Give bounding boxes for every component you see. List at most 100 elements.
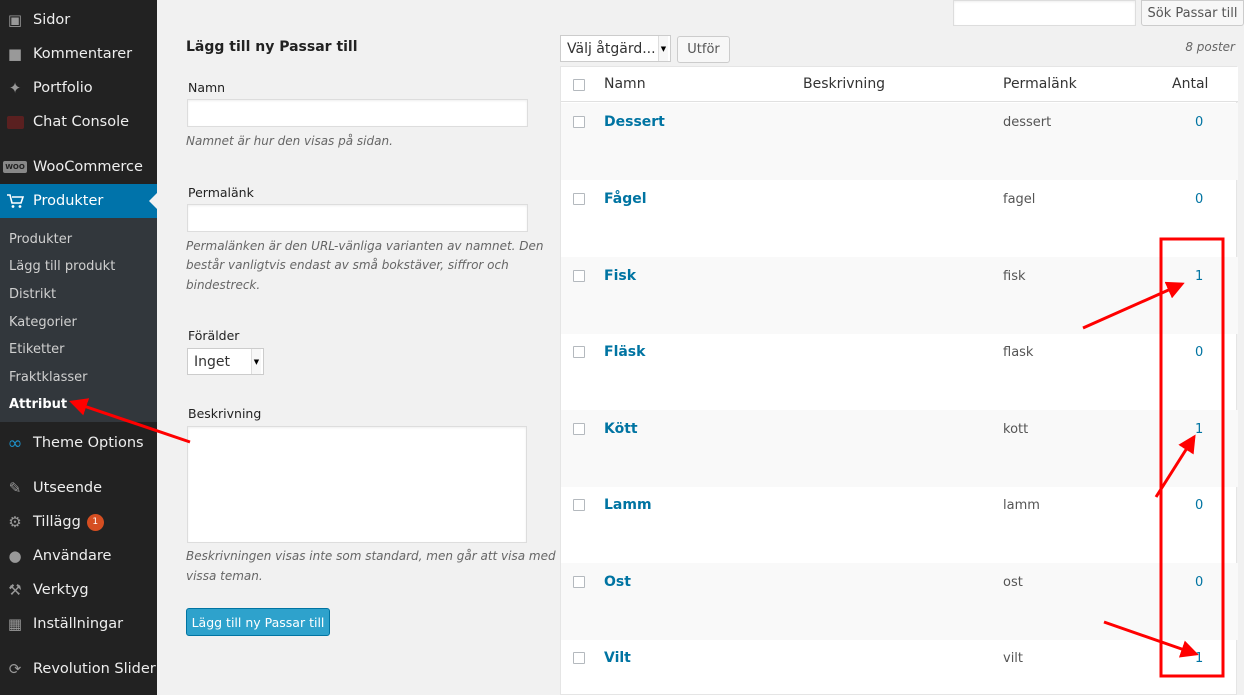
table-row: Lamm lamm 0 bbox=[561, 486, 1238, 563]
menu-item-utseende[interactable]: ✎ Utseende bbox=[0, 471, 157, 505]
column-header-name[interactable]: Namn bbox=[604, 76, 646, 92]
menu-item-sidor[interactable]: ▣ Sidor bbox=[0, 3, 157, 37]
row-checkbox[interactable] bbox=[573, 499, 585, 511]
term-count-link[interactable]: 1 bbox=[1195, 651, 1203, 666]
row-checkbox[interactable] bbox=[573, 193, 585, 205]
user-icon: ● bbox=[8, 547, 22, 565]
search-input[interactable] bbox=[953, 0, 1136, 26]
submenu-item-attribut[interactable]: Attribut bbox=[9, 397, 67, 412]
description-textarea[interactable] bbox=[187, 426, 527, 543]
row-checkbox[interactable] bbox=[573, 346, 585, 358]
row-checkbox[interactable] bbox=[573, 423, 585, 435]
term-slug: lamm bbox=[1003, 498, 1040, 513]
slug-input[interactable] bbox=[187, 204, 528, 232]
submenu-item-kategorier[interactable]: Kategorier bbox=[9, 315, 77, 330]
term-name-link[interactable]: Dessert bbox=[604, 114, 665, 130]
term-name-link[interactable]: Fläsk bbox=[604, 344, 645, 360]
cart-icon bbox=[5, 191, 25, 211]
term-slug: fisk bbox=[1003, 269, 1026, 284]
row-checkbox[interactable] bbox=[573, 576, 585, 588]
menu-item-woocommerce[interactable]: WOO WooCommerce bbox=[0, 150, 157, 184]
dropdown-arrow-icon: ▼ bbox=[251, 349, 261, 374]
column-header-description[interactable]: Beskrivning bbox=[803, 76, 885, 92]
term-name-link[interactable]: Fågel bbox=[604, 191, 647, 207]
produkter-submenu: Produkter Lägg till produkt Distrikt Kat… bbox=[0, 218, 157, 422]
term-count-link[interactable]: 1 bbox=[1195, 269, 1203, 284]
pin-icon: ✦ bbox=[8, 79, 22, 97]
column-header-count[interactable]: Antal bbox=[1172, 76, 1208, 92]
term-count-link[interactable]: 0 bbox=[1195, 498, 1203, 513]
term-count-link[interactable]: 0 bbox=[1195, 115, 1203, 130]
parent-select-value: Inget bbox=[194, 353, 230, 370]
term-slug: fagel bbox=[1003, 192, 1036, 207]
term-count-link[interactable]: 0 bbox=[1195, 192, 1203, 207]
add-new-term-button[interactable]: Lägg till ny Passar till bbox=[186, 608, 330, 636]
slug-hint-line-2: består vanligtvis endast av små bokstäve… bbox=[186, 258, 509, 272]
menu-item-installningar[interactable]: ▦ Inställningar bbox=[0, 607, 157, 641]
bulk-action-select[interactable]: Välj åtgärd... ▼ bbox=[560, 35, 671, 62]
slug-hint-line-3: bindestreck. bbox=[186, 278, 261, 292]
term-count-link[interactable]: 1 bbox=[1195, 422, 1203, 437]
term-slug: ost bbox=[1003, 575, 1023, 590]
menu-item-verktyg[interactable]: ⚒ Verktyg bbox=[0, 573, 157, 607]
menu-item-theme-options[interactable]: ∞ Theme Options bbox=[0, 426, 157, 460]
plugin-icon: ⚙ bbox=[8, 513, 22, 531]
term-name-link[interactable]: Kött bbox=[604, 421, 638, 437]
menu-item-revolution-slider[interactable]: ⟳ Revolution Slider bbox=[0, 652, 157, 686]
menu-item-portfolio[interactable]: ✦ Portfolio bbox=[0, 71, 157, 105]
table-row: Fisk fisk 1 bbox=[561, 257, 1238, 334]
term-count-link[interactable]: 0 bbox=[1195, 345, 1203, 360]
slug-hint-line-1: Permalänken är den URL-vänliga varianten… bbox=[186, 239, 544, 253]
submenu-item-fraktklasser[interactable]: Fraktklasser bbox=[9, 370, 87, 385]
term-slug: flask bbox=[1003, 345, 1034, 360]
description-label: Beskrivning bbox=[188, 406, 262, 421]
item-count: 8 poster bbox=[1185, 40, 1235, 54]
menu-item-produkter[interactable]: Produkter bbox=[0, 184, 157, 218]
menu-item-tillagg[interactable]: ⚙ Tillägg 1 bbox=[0, 505, 157, 539]
description-hint-line-1: Beskrivningen visas inte som standard, m… bbox=[186, 549, 556, 563]
chat-console-icon bbox=[5, 112, 25, 132]
name-input[interactable] bbox=[187, 99, 528, 127]
submenu-item-lagg-till-produkt[interactable]: Lägg till produkt bbox=[9, 259, 115, 274]
menu-item-anvandare[interactable]: ● Användare bbox=[0, 539, 157, 573]
menu-label: Chat Console bbox=[33, 114, 130, 130]
table-row: Dessert dessert 0 bbox=[561, 103, 1238, 180]
wrench-icon: ⚒ bbox=[8, 581, 22, 599]
pages-icon: ▣ bbox=[7, 11, 23, 29]
term-name-link[interactable]: Ost bbox=[604, 574, 631, 590]
submenu-item-etiketter[interactable]: Etiketter bbox=[9, 342, 65, 357]
apply-button[interactable]: Utför bbox=[677, 36, 730, 63]
menu-label: Portfolio bbox=[33, 80, 93, 96]
parent-select[interactable]: Inget ▼ bbox=[187, 348, 264, 375]
term-name-link[interactable]: Lamm bbox=[604, 497, 652, 513]
submenu-item-distrikt[interactable]: Distrikt bbox=[9, 287, 56, 302]
term-name-link[interactable]: Fisk bbox=[604, 268, 636, 284]
term-name-link[interactable]: Vilt bbox=[604, 650, 631, 666]
description-hint-line-2: vissa teman. bbox=[186, 569, 263, 583]
menu-label: WooCommerce bbox=[33, 159, 143, 175]
table-row: Vilt vilt 1 bbox=[561, 639, 1238, 695]
row-checkbox[interactable] bbox=[573, 270, 585, 282]
column-header-slug[interactable]: Permalänk bbox=[1003, 76, 1077, 92]
term-slug: vilt bbox=[1003, 651, 1024, 666]
menu-item-chat-console[interactable]: Chat Console bbox=[0, 105, 157, 139]
menu-label: Produkter bbox=[33, 193, 104, 209]
submenu-item-produkter[interactable]: Produkter bbox=[9, 232, 72, 247]
menu-item-kommentarer[interactable]: ■ Kommentarer bbox=[0, 37, 157, 71]
name-label: Namn bbox=[188, 80, 226, 95]
table-header: Namn Beskrivning Permalänk Antal bbox=[561, 67, 1238, 102]
select-all-checkbox[interactable] bbox=[573, 79, 585, 91]
row-checkbox[interactable] bbox=[573, 652, 585, 664]
table-row: Fläsk flask 0 bbox=[561, 333, 1238, 410]
table-row: Ost ost 0 bbox=[561, 563, 1238, 640]
name-hint: Namnet är hur den visas på sidan. bbox=[186, 134, 393, 148]
term-count-link[interactable]: 0 bbox=[1195, 575, 1203, 590]
menu-label: Theme Options bbox=[33, 435, 144, 451]
row-checkbox[interactable] bbox=[573, 116, 585, 128]
dropdown-arrow-icon: ▼ bbox=[658, 36, 668, 61]
term-slug: kott bbox=[1003, 422, 1029, 437]
form-title: Lägg till ny Passar till bbox=[186, 39, 358, 55]
search-button[interactable]: Sök Passar till bbox=[1141, 0, 1244, 26]
table-row: Fågel fagel 0 bbox=[561, 180, 1238, 257]
terms-table: Namn Beskrivning Permalänk Antal Dessert… bbox=[560, 66, 1238, 695]
